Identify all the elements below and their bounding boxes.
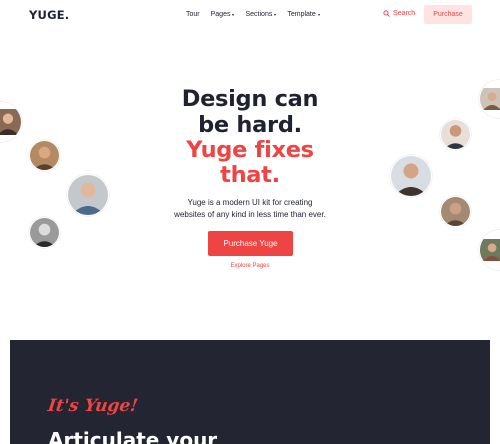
purchase-yuge-button[interactable]: Purchase Yuge (208, 231, 293, 256)
nav-item-label: Tour (186, 11, 200, 18)
search-icon (383, 10, 390, 17)
nav-links: Tour Pages Sections Template (186, 11, 320, 18)
search-label: Search (393, 10, 416, 17)
nav-item-tour[interactable]: Tour (186, 11, 200, 18)
avatar (29, 140, 60, 171)
hero-headline-line3: Yuge fixes (186, 137, 314, 163)
search-button[interactable]: Search (383, 10, 415, 17)
top-navigation: YUGE. Tour Pages Sections Template Searc… (0, 0, 500, 30)
section-script-title: It's Yuge! (46, 396, 140, 416)
nav-item-pages[interactable]: Pages (211, 11, 235, 18)
hero-headline-line1: Design can (181, 86, 319, 112)
nav-item-template[interactable]: Template (287, 11, 320, 18)
purchase-button[interactable]: Purchase (424, 5, 472, 24)
avatar (390, 155, 432, 197)
nav-item-label: Sections (245, 11, 273, 18)
section-heading: Articulate your (48, 428, 218, 444)
nav-item-label: Template (287, 11, 316, 18)
explore-pages-link[interactable]: Explore Pages (0, 263, 500, 269)
chevron-down-icon (274, 13, 277, 16)
chevron-down-icon (232, 13, 235, 16)
hero-headline-line2: be hard. (198, 112, 302, 138)
chevron-down-icon (317, 13, 320, 16)
avatar (440, 196, 471, 227)
avatar (29, 217, 60, 248)
avatar (67, 174, 109, 216)
nav-item-sections[interactable]: Sections (245, 11, 277, 18)
avatar (440, 119, 471, 150)
feature-section: It's Yuge! Articulate your (10, 340, 490, 444)
nav-item-label: Pages (210, 11, 231, 18)
brand-logo[interactable]: YUGE. (29, 8, 69, 22)
